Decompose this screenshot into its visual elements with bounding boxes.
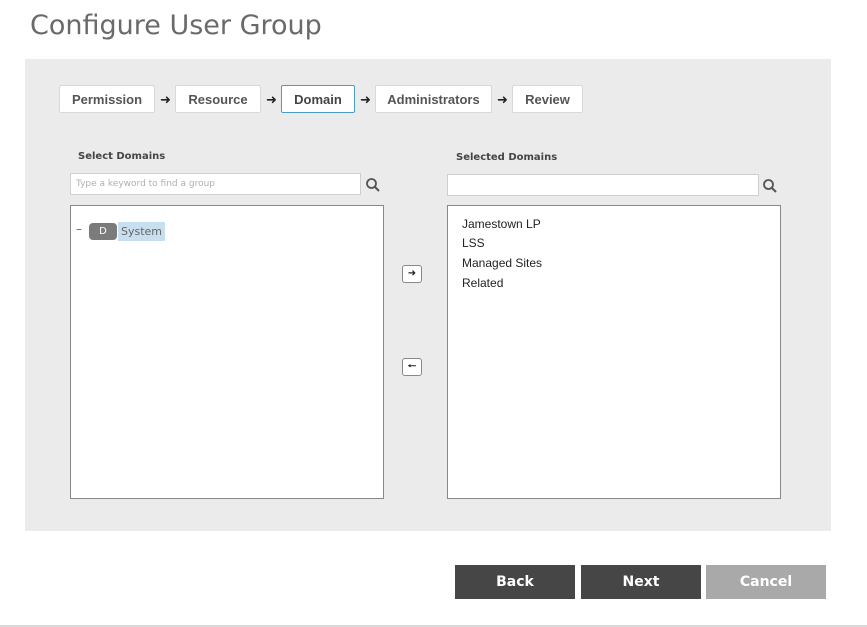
tree-node-label[interactable]: System	[118, 222, 166, 241]
selected-search-input[interactable]	[447, 174, 759, 196]
page-title: Configure User Group	[30, 10, 322, 41]
step-permission[interactable]: Permission	[59, 85, 155, 113]
selected-domains-list[interactable]: Jamestown LP LSS Managed Sites Related	[447, 205, 781, 499]
step-domain[interactable]: Domain	[281, 85, 355, 113]
search-icon[interactable]	[365, 177, 381, 193]
next-button[interactable]: Next	[581, 565, 701, 599]
list-item[interactable]: Managed Sites	[462, 256, 542, 270]
domain-badge: D	[89, 223, 117, 240]
arrow-right-icon: ➜	[160, 92, 171, 107]
remove-from-selected-button[interactable]: 🠐	[402, 358, 422, 376]
collapse-icon[interactable]: –	[76, 222, 82, 236]
step-administrators[interactable]: Administrators	[375, 85, 492, 113]
step-resource[interactable]: Resource	[175, 85, 261, 113]
select-domains-label: Select Domains	[78, 151, 166, 162]
back-button[interactable]: Back	[455, 565, 575, 599]
list-item[interactable]: LSS	[462, 236, 485, 250]
search-icon[interactable]	[762, 178, 778, 194]
domain-search-input[interactable]	[70, 173, 361, 195]
list-item[interactable]: Related	[462, 276, 503, 290]
available-domains-tree[interactable]: – D System	[70, 205, 384, 499]
list-item[interactable]: Jamestown LP	[462, 217, 541, 231]
step-review[interactable]: Review	[512, 85, 583, 113]
arrow-right-icon: ➜	[266, 92, 277, 107]
arrow-right-icon: ➜	[497, 92, 508, 107]
wizard-panel: Permission ➜ Resource ➜ Domain ➜ Adminis…	[25, 59, 831, 531]
arrow-right-icon: ➜	[360, 92, 371, 107]
cancel-button[interactable]: Cancel	[706, 565, 826, 599]
add-to-selected-button[interactable]: ➜	[402, 265, 422, 283]
selected-domains-label: Selected Domains	[456, 152, 558, 163]
